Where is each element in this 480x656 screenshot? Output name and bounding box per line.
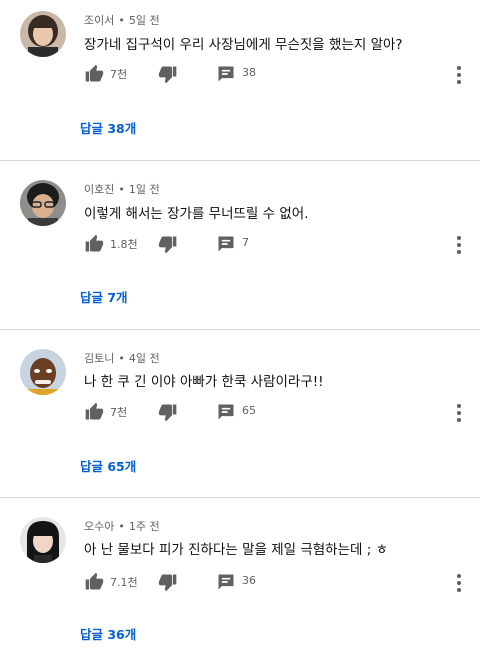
avatar[interactable]	[20, 349, 66, 395]
separator: •	[118, 183, 125, 196]
comment-actions: 1.8천 7	[84, 234, 464, 254]
author-name[interactable]: 조이서	[84, 14, 114, 27]
divider	[0, 329, 480, 330]
comment-time[interactable]: 5일 전	[129, 14, 160, 27]
divider	[0, 497, 480, 498]
comment-time[interactable]: 1주 전	[129, 520, 160, 533]
comment-item: 오수아 • 1주 전 아 난 물보다 피가 진하다는 말을 제일 극혐하는데 ; ㅎ…	[0, 504, 480, 656]
comment-time[interactable]: 1일 전	[129, 183, 160, 196]
thumbs-up-icon[interactable]	[84, 572, 104, 592]
author-name[interactable]: 이호진	[84, 183, 114, 196]
comment-actions: 7천 65	[84, 402, 464, 422]
comment-icon[interactable]	[216, 234, 236, 254]
view-replies-button[interactable]: 답글 36개	[80, 624, 136, 643]
comment-icon[interactable]	[216, 572, 236, 592]
avatar[interactable]	[20, 517, 66, 563]
divider	[0, 160, 480, 161]
thumbs-down-icon[interactable]	[158, 402, 178, 422]
comment-meta: 이호진 • 1일 전	[84, 181, 160, 197]
comment-time[interactable]: 4일 전	[129, 352, 160, 365]
comment-meta: 김토니 • 4일 전	[84, 350, 160, 366]
avatar[interactable]	[20, 180, 66, 226]
comment-item: 조이서 • 5일 전 장가네 집구석이 우리 사장님에게 무슨짓을 했는지 알아? …	[0, 0, 480, 160]
separator: •	[118, 520, 125, 533]
comment-meta: 오수아 • 1주 전	[84, 518, 160, 534]
comment-text: 나 한 쿠 긴 이야 아빠가 한쿡 사람이라구!!	[84, 374, 324, 390]
comment-item: 이호진 • 1일 전 이렇게 해서는 장가를 무너뜨릴 수 없어. 1.8천 7 답…	[0, 168, 480, 328]
more-vertical-icon[interactable]	[456, 574, 462, 592]
comment-actions: 7천 38	[84, 64, 464, 84]
author-name[interactable]: 김토니	[84, 352, 114, 365]
reply-count: 36	[242, 574, 256, 587]
comment-icon[interactable]	[216, 402, 236, 422]
comment-icon[interactable]	[216, 64, 236, 84]
thumbs-down-icon[interactable]	[158, 572, 178, 592]
comment-item: 김토니 • 4일 전 나 한 쿠 긴 이야 아빠가 한쿡 사람이라구!! 7천 65…	[0, 336, 480, 496]
comment-actions: 7.1천 36	[84, 572, 464, 592]
thumbs-up-icon[interactable]	[84, 402, 104, 422]
view-replies-button[interactable]: 답글 65개	[80, 456, 136, 475]
more-vertical-icon[interactable]	[456, 404, 462, 422]
like-count: 7천	[110, 68, 128, 81]
view-replies-button[interactable]: 답글 38개	[80, 118, 136, 137]
comment-text: 장가네 집구석이 우리 사장님에게 무슨짓을 했는지 알아?	[84, 37, 403, 53]
like-count: 1.8천	[110, 238, 138, 251]
thumbs-up-icon[interactable]	[84, 234, 104, 254]
comment-text: 이렇게 해서는 장가를 무너뜨릴 수 없어.	[84, 206, 309, 222]
like-count: 7천	[110, 406, 128, 419]
comment-list: 조이서 • 5일 전 장가네 집구석이 우리 사장님에게 무슨짓을 했는지 알아? …	[0, 0, 480, 656]
more-vertical-icon[interactable]	[456, 66, 462, 84]
reply-count: 7	[242, 236, 249, 249]
view-replies-button[interactable]: 답글 7개	[80, 287, 128, 306]
reply-count: 38	[242, 66, 256, 79]
author-name[interactable]: 오수아	[84, 520, 114, 533]
thumbs-down-icon[interactable]	[158, 64, 178, 84]
separator: •	[118, 352, 125, 365]
thumbs-up-icon[interactable]	[84, 64, 104, 84]
reply-count: 65	[242, 404, 256, 417]
more-vertical-icon[interactable]	[456, 236, 462, 254]
separator: •	[118, 14, 125, 27]
comment-text: 아 난 물보다 피가 진하다는 말을 제일 극혐하는데 ; ㅎ	[84, 542, 388, 558]
comment-meta: 조이서 • 5일 전	[84, 12, 160, 28]
like-count: 7.1천	[110, 576, 138, 589]
thumbs-down-icon[interactable]	[158, 234, 178, 254]
avatar[interactable]	[20, 11, 66, 57]
